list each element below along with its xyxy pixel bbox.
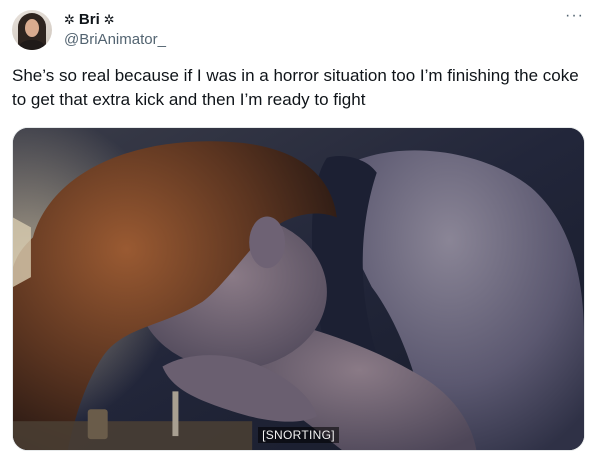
caption-text: [SNORTING]	[258, 427, 339, 443]
tweet-media-image[interactable]: [SNORTING]	[12, 127, 585, 451]
media-illustration	[13, 128, 584, 450]
avatar[interactable]	[12, 10, 52, 50]
tweet-header: ✲ Bri ✲ @BriAnimator_ ···	[12, 8, 588, 52]
tweet: ✲ Bri ✲ @BriAnimator_ ··· She’s so real …	[0, 0, 600, 462]
sparkle-left-icon: ✲	[64, 12, 75, 27]
display-name-row[interactable]: ✲ Bri ✲	[64, 10, 166, 30]
media-lamp	[13, 217, 31, 288]
author-names: ✲ Bri ✲ @BriAnimator_	[64, 10, 166, 50]
tweet-text: She’s so real because if I was in a horr…	[12, 66, 579, 109]
more-options-icon[interactable]: ···	[565, 8, 584, 24]
media-ear	[249, 216, 286, 269]
author-handle[interactable]: @BriAnimator_	[64, 30, 166, 50]
display-name[interactable]: Bri	[79, 10, 100, 30]
avatar-face	[25, 19, 39, 37]
sparkle-right-icon: ✲	[103, 12, 115, 27]
media-caption: [SNORTING]	[13, 426, 584, 444]
